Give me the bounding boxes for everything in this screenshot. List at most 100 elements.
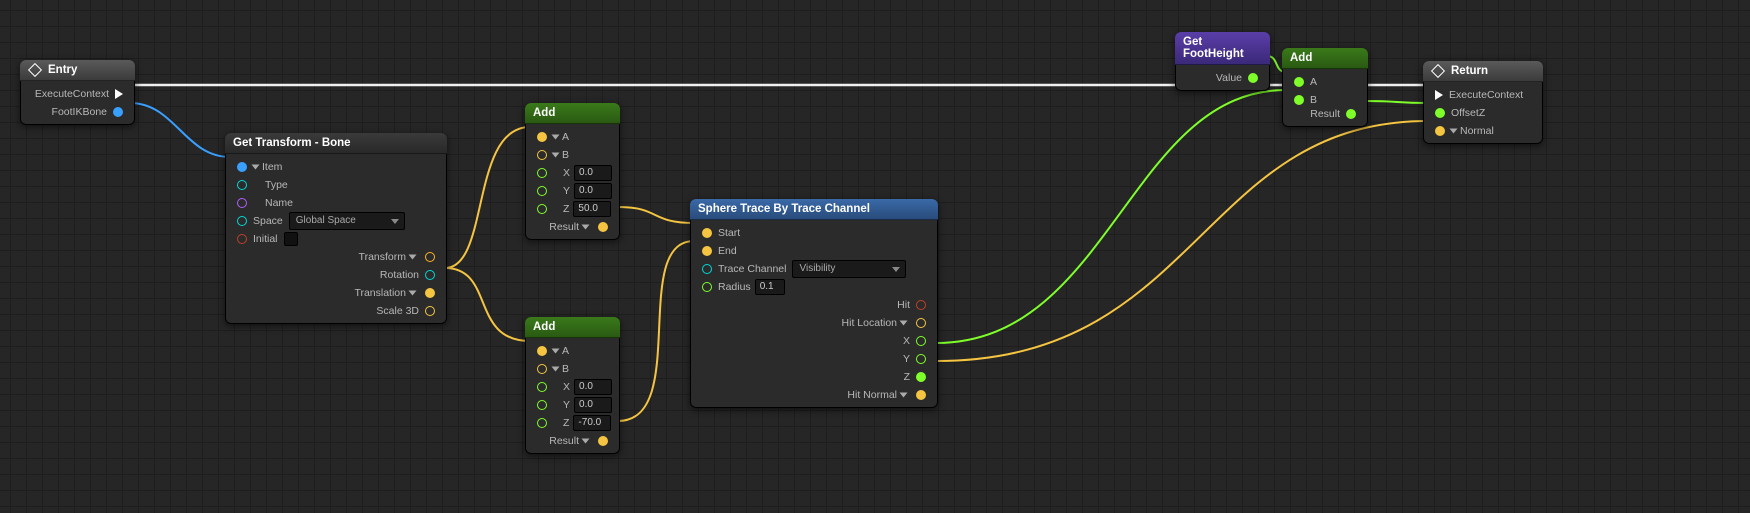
pin-b[interactable]: B [531,146,614,164]
vector-pin-icon [537,132,547,142]
vector-pin-icon [537,346,547,356]
name-pin-icon [237,198,247,208]
pin-a[interactable]: A [531,128,614,146]
float-pin-icon [916,354,926,364]
pin-a[interactable]: A [531,342,614,360]
pin-result[interactable]: Result [531,432,614,450]
node-title: Get Transform - Bone [233,137,351,149]
pin-value[interactable]: Value [1181,69,1264,87]
node-return[interactable]: Return ExecuteContext OffsetZ Normal [1423,61,1543,144]
expand-icon [552,349,560,354]
x-field[interactable]: 0.0 [574,165,612,181]
expand-icon [552,135,560,140]
pin-result[interactable]: Result [531,218,614,236]
pin-end[interactable]: End [696,242,932,260]
bool-pin-icon [916,300,926,310]
pin-name[interactable]: Name [231,194,441,212]
pin-hit-z[interactable]: Z [696,368,932,386]
pin-space[interactable]: Space Global Space [231,212,441,230]
vector-pin-icon [702,246,712,256]
node-add-top[interactable]: Add A B X 0.0 Y 0.0 Z 50.0 Result [525,103,620,240]
rotator-pin-icon [425,270,435,280]
pin-hit-x[interactable]: X [696,332,932,350]
expand-icon [900,393,908,398]
expand-icon [252,165,260,170]
node-get-transform-bone[interactable]: Get Transform - Bone Item Type Name Spac… [225,133,447,324]
struct-pin-icon [237,162,247,172]
node-entry[interactable]: Entry ExecuteContext FootIKBone [20,60,135,125]
bool-pin-icon [237,234,247,244]
pin-item[interactable]: Item [231,158,441,176]
vector-pin-icon [916,318,926,328]
node-header: Get Transform - Bone [225,133,447,154]
pin-b-z[interactable]: Z -70.0 [531,414,614,432]
pin-b-x[interactable]: X 0.0 [531,164,614,182]
transform-pin-icon [425,252,435,262]
x-field[interactable]: 0.0 [574,379,612,395]
pin-hit-y[interactable]: Y [696,350,932,368]
pin-a[interactable]: A [1288,73,1362,91]
node-header: Add [525,317,620,338]
expand-icon [552,153,560,158]
vector-pin-icon [916,390,926,400]
pin-execute-context[interactable]: ExecuteContext [26,85,129,103]
pin-trace-channel[interactable]: Trace Channel Visibility [696,260,932,278]
pin-foot-ik-bone[interactable]: FootIKBone [26,103,129,121]
float-pin-icon [537,400,547,410]
pin-execute-context[interactable]: ExecuteContext [1429,86,1537,104]
expand-icon [552,367,560,372]
pin-radius[interactable]: Radius 0.1 [696,278,932,296]
pin-hit-normal[interactable]: Hit Normal [696,386,932,404]
exec-pin-icon [115,89,123,99]
pin-result[interactable]: Result [1288,105,1362,123]
pin-rotation[interactable]: Rotation [231,266,441,284]
float-pin-icon [537,382,547,392]
node-header: Return [1423,61,1543,82]
node-sphere-trace[interactable]: Sphere Trace By Trace Channel Start End … [690,199,938,408]
z-field[interactable]: 50.0 [573,201,611,217]
expand-icon [409,291,417,296]
pin-b-y[interactable]: Y 0.0 [531,182,614,200]
node-title: Sphere Trace By Trace Channel [698,203,870,215]
node-header: Entry [20,60,135,81]
pin-b-x[interactable]: X 0.0 [531,378,614,396]
initial-checkbox[interactable] [284,232,298,246]
pin-scale3d[interactable]: Scale 3D [231,302,441,320]
vector-pin-icon [425,288,435,298]
pin-b-z[interactable]: Z 50.0 [531,200,614,218]
pin-hit[interactable]: Hit [696,296,932,314]
trace-channel-select[interactable]: Visibility [792,260,906,278]
vector-pin-icon [702,228,712,238]
pin-transform[interactable]: Transform [231,248,441,266]
pin-normal[interactable]: Normal [1429,122,1537,140]
pin-offset-z[interactable]: OffsetZ [1429,104,1537,122]
node-title: Get FootHeight [1183,36,1262,60]
vector-pin-icon [537,364,547,374]
pin-hit-location[interactable]: Hit Location [696,314,932,332]
pin-start[interactable]: Start [696,224,932,242]
pin-initial[interactable]: Initial [231,230,441,248]
node-header: Add [1282,48,1368,69]
z-field[interactable]: -70.0 [573,415,611,431]
space-select[interactable]: Global Space [289,212,405,230]
radius-field[interactable]: 0.1 [755,279,785,295]
pin-translation[interactable]: Translation [231,284,441,302]
node-add-bottom[interactable]: Add A B X 0.0 Y 0.0 Z -70.0 Result [525,317,620,454]
node-title: Add [533,321,555,333]
node-add-right[interactable]: Add A B Result [1282,48,1368,127]
pin-type[interactable]: Type [231,176,441,194]
y-field[interactable]: 0.0 [574,183,612,199]
expand-icon [582,439,590,444]
node-get-foot-height[interactable]: Get FootHeight Value [1175,32,1270,91]
expand-icon [409,255,417,260]
node-header: Add [525,103,620,124]
pin-b-y[interactable]: Y 0.0 [531,396,614,414]
float-pin-icon [1294,77,1304,87]
entry-icon [28,63,42,77]
float-pin-icon [537,418,547,428]
y-field[interactable]: 0.0 [574,397,612,413]
vector-pin-icon [598,222,608,232]
float-pin-icon [1435,108,1445,118]
struct-pin-icon [113,107,123,117]
pin-b[interactable]: B [531,360,614,378]
